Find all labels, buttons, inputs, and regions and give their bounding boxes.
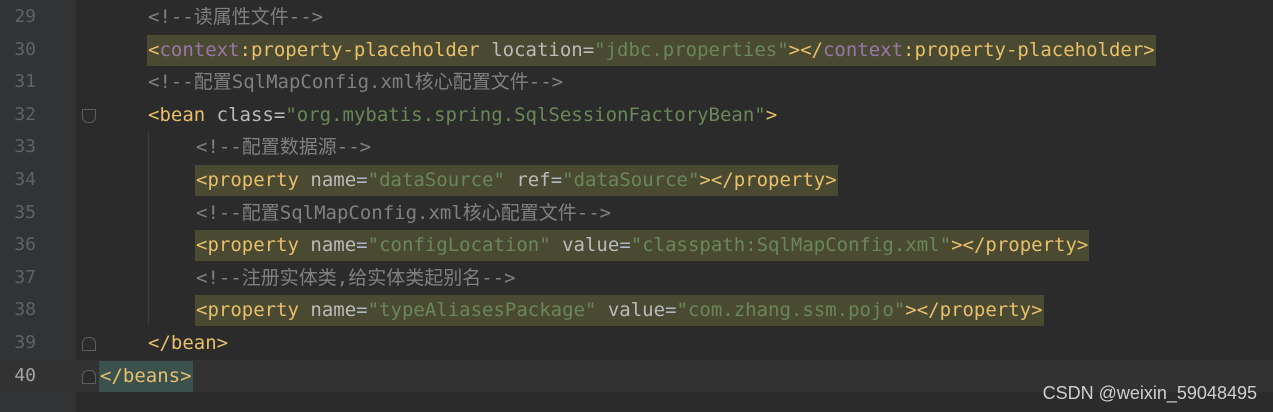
xml-comment: <!--配置数据源-->	[196, 136, 372, 159]
tag-name: <property	[196, 234, 299, 257]
tag-name: <bean	[148, 103, 206, 126]
attr-name: value	[562, 234, 620, 257]
line-number: 40	[14, 364, 36, 386]
code-line-30[interactable]: 30 <context:property-placeholder locatio…	[0, 34, 1273, 67]
fold-end-icon[interactable]	[82, 337, 96, 351]
tag-name: </bean>	[148, 332, 229, 354]
tag-bracket: >	[765, 103, 778, 126]
tag-namespace: context	[159, 38, 240, 61]
highlighted-element: <property name="dataSource" ref="dataSou…	[195, 165, 838, 196]
code-text[interactable]: <context:property-placeholder location="…	[147, 34, 1156, 67]
xml-comment: <!--配置SqlMapConfig.xml核心配置文件-->	[196, 201, 612, 224]
attr-value: "dataSource"	[562, 169, 700, 191]
tag-name: <property	[196, 169, 299, 191]
matched-tag-highlight: </beans>	[99, 360, 193, 392]
line-number: 39	[14, 332, 36, 353]
tag-name: </beans>	[100, 364, 192, 387]
highlighted-element: <property name="typeAliasesPackage" valu…	[195, 295, 1044, 327]
line-number: 29	[14, 6, 36, 27]
code-text[interactable]: <!--读属性文件-->	[148, 1, 323, 34]
attr-value: "typeAliasesPackage"	[367, 299, 597, 322]
xml-comment: <!--读属性文件-->	[148, 6, 324, 28]
xml-comment: <!--注册实体类,给实体类起别名-->	[196, 266, 516, 289]
code-text[interactable]: <!--配置SqlMapConfig.xml核心配置文件-->	[148, 66, 563, 99]
attr-name: ref	[516, 169, 551, 191]
attr-value: "org.mybatis.spring.SqlSessionFactoryBea…	[285, 103, 766, 126]
attr-value: "dataSource"	[367, 169, 505, 191]
attr-value: "configLocation"	[367, 234, 551, 257]
code-line-35[interactable]: 35 <!--配置SqlMapConfig.xml核心配置文件-->	[0, 197, 1273, 230]
tag-bracket: ></property>	[699, 169, 837, 191]
code-text[interactable]: <property name="configLocation" value="c…	[195, 229, 1090, 262]
code-text[interactable]: <property name="dataSource" ref="dataSou…	[195, 164, 838, 197]
code-line-31[interactable]: 31 <!--配置SqlMapConfig.xml核心配置文件-->	[0, 66, 1273, 99]
code-line-39[interactable]: 39 </bean>	[0, 327, 1273, 360]
code-text[interactable]: </beans>	[99, 360, 193, 393]
tag-name: :property-placeholder	[239, 38, 480, 61]
xml-comment: <!--配置SqlMapConfig.xml核心配置文件-->	[148, 71, 564, 94]
attr-name: class	[216, 103, 274, 126]
highlighted-element: <context:property-placeholder location="…	[147, 34, 1156, 66]
code-line-29[interactable]: 29 <!--读属性文件-->	[0, 1, 1273, 34]
attr-equals: =	[273, 103, 286, 126]
code-text[interactable]: <!--注册实体类,给实体类起别名-->	[196, 262, 516, 295]
attr-name: name	[310, 234, 357, 257]
highlighted-element: <property name="configLocation" value="c…	[195, 230, 1090, 262]
tag-name: :property-placeholder>	[903, 38, 1155, 61]
line-number: 34	[14, 169, 36, 190]
fold-end-icon[interactable]	[82, 369, 96, 384]
attr-name: name	[310, 169, 357, 191]
tag-bracket: ></property>	[951, 234, 1089, 257]
code-text[interactable]: </bean>	[148, 327, 228, 360]
line-number: 38	[14, 299, 36, 321]
code-text[interactable]: <bean class="org.mybatis.spring.SqlSessi…	[148, 99, 777, 132]
attr-name: location	[491, 38, 583, 61]
code-text[interactable]: <!--配置SqlMapConfig.xml核心配置文件-->	[196, 197, 611, 230]
attr-value: "com.zhang.ssm.pojo"	[676, 299, 906, 322]
line-number: 30	[14, 38, 36, 60]
line-number: 35	[14, 201, 36, 223]
attr-value: "classpath:SqlMapConfig.xml"	[630, 234, 952, 257]
code-text[interactable]: <!--配置数据源-->	[196, 131, 371, 164]
attr-name: name	[310, 299, 357, 322]
attr-name: value	[607, 299, 666, 322]
line-number: 31	[14, 71, 36, 93]
code-line-33[interactable]: 33 <!--配置数据源-->	[0, 131, 1273, 164]
attr-equals: =	[582, 38, 595, 61]
line-number: 36	[14, 234, 36, 256]
fold-collapse-icon[interactable]	[82, 108, 96, 123]
code-text[interactable]: <property name="typeAliasesPackage" valu…	[195, 294, 1044, 327]
attr-value: "jdbc.properties"	[594, 38, 789, 61]
watermark: CSDN @weixin_59048495	[1042, 383, 1257, 403]
code-line-32[interactable]: 32 <bean class="org.mybatis.spring.SqlSe…	[0, 99, 1273, 132]
code-line-34[interactable]: 34 <property name="dataSource" ref="data…	[0, 164, 1273, 197]
line-number: 37	[14, 266, 36, 288]
code-line-38[interactable]: 38 <property name="typeAliasesPackage" v…	[0, 294, 1273, 327]
tag-bracket: ></	[788, 38, 823, 61]
line-number: 32	[14, 103, 36, 125]
code-line-37[interactable]: 37 <!--注册实体类,给实体类起别名-->	[0, 262, 1273, 295]
tag-namespace: context	[822, 38, 904, 61]
tag-bracket: ></property>	[905, 299, 1043, 322]
tag-name: <property	[196, 299, 299, 322]
tag-bracket: <	[148, 38, 160, 61]
code-line-36[interactable]: 36 <property name="configLocation" value…	[0, 229, 1273, 262]
line-number: 33	[14, 136, 36, 158]
